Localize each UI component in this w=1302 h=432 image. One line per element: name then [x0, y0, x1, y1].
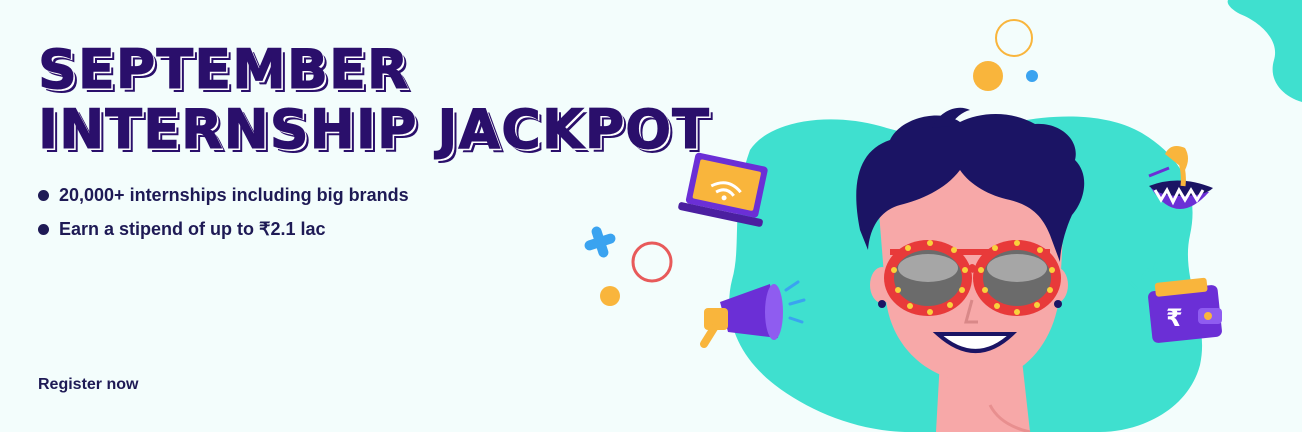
- benefit-text: 20,000+ internships including big brands: [59, 184, 409, 205]
- circle-icon: [631, 241, 673, 283]
- circle-outline-top: [995, 19, 1033, 57]
- cross-icon: [584, 226, 616, 258]
- bullet-icon: [38, 223, 49, 235]
- benefit-item: 20,000+ internships including big brands: [38, 178, 409, 212]
- dot-yellow-top: [973, 61, 1003, 91]
- bullet-icon: [38, 189, 49, 201]
- earring-left: [878, 300, 886, 308]
- corner-blob: [1227, 0, 1302, 102]
- internship-banner[interactable]: SEPTEMBER INTERNSHIP JACKPOT 20,000+ int…: [0, 0, 1302, 432]
- wallet-rupee-symbol: ₹: [1166, 304, 1183, 332]
- register-now-link[interactable]: Register now: [38, 376, 138, 394]
- benefit-text: Earn a stipend of up to ₹2.1 lac: [59, 218, 326, 239]
- illustration: ₹: [584, 0, 1302, 432]
- dot-yellow: [600, 286, 620, 306]
- dot-blue-top: [1026, 70, 1038, 82]
- earring-right: [1054, 300, 1062, 308]
- benefit-item: Earn a stipend of up to ₹2.1 lac: [38, 212, 409, 246]
- benefit-list: 20,000+ internships including big brands…: [38, 178, 409, 246]
